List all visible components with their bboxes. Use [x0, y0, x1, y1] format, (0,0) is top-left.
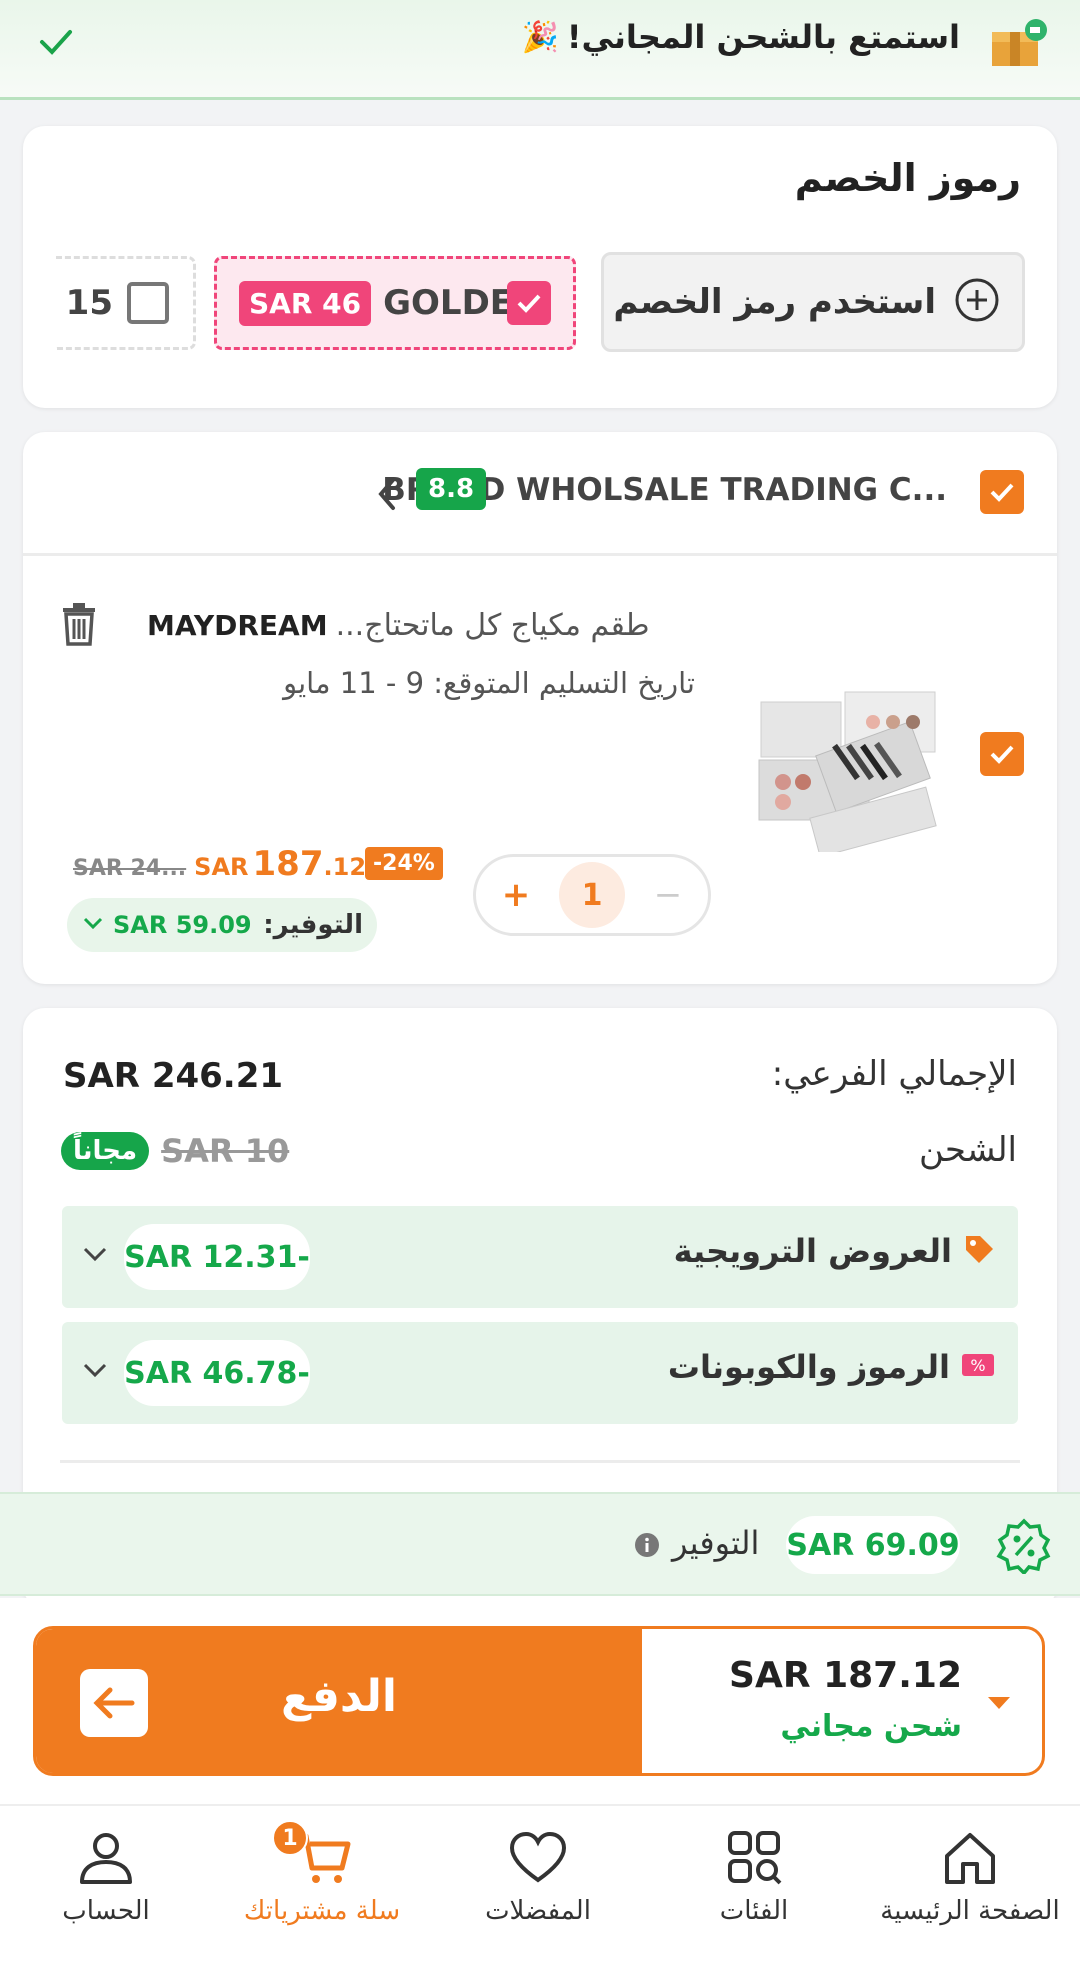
- nav-categories[interactable]: الفئات: [654, 1830, 854, 1926]
- shipping-old-price: SAR 10: [161, 1132, 290, 1170]
- nav-home[interactable]: الصفحة الرئيسية: [870, 1830, 1070, 1926]
- quantity-value[interactable]: 1: [559, 862, 625, 928]
- promotions-value: SAR 12.31-: [124, 1224, 310, 1290]
- product-image[interactable]: [753, 682, 943, 858]
- categories-icon: [725, 1830, 783, 1890]
- tag-icon: [962, 1232, 996, 1270]
- nav-account-label: الحساب: [62, 1896, 150, 1926]
- nav-account[interactable]: الحساب: [6, 1830, 206, 1926]
- total-savings-value: SAR 69.09: [786, 1516, 960, 1574]
- discount-codes-card: رموز الخصم استخدم رمز الخصم SAR 46 GOLDE…: [23, 126, 1057, 408]
- shipping-label: الشحن: [919, 1130, 1017, 1170]
- coupon-other-checkbox[interactable]: [127, 282, 169, 324]
- shipping-free-badge: مجاناً: [61, 1132, 150, 1170]
- price-currency: SAR: [194, 853, 249, 881]
- increase-button[interactable]: +: [496, 875, 536, 915]
- checkout-bar: الدفع SAR 187.12 شحن مجاني: [33, 1626, 1045, 1776]
- total-savings-label: التوفير: [672, 1524, 760, 1562]
- coupon-code: GOLDE: [383, 283, 514, 323]
- product-title[interactable]: طقم مكياج كل ماتحتاج...: [336, 608, 650, 643]
- decrease-button[interactable]: −: [648, 875, 688, 915]
- nav-cart[interactable]: 1 سلة مشترياتك: [222, 1820, 422, 1926]
- nav-cart-label: سلة مشترياتك: [243, 1896, 401, 1926]
- cart-icon: 1: [272, 1820, 352, 1890]
- delivery-date: تاريخ التسليم المتوقع: 9 - 11 مايو: [283, 666, 695, 700]
- free-shipping-banner: استمتع بالشحن المجاني! 🎉: [0, 0, 1080, 100]
- use-code-button[interactable]: استخدم رمز الخصم: [601, 252, 1025, 352]
- banner-text: استمتع بالشحن المجاني!: [566, 18, 960, 56]
- delivery-box-icon: [986, 18, 1048, 74]
- old-price: SAR 24...: [73, 856, 187, 881]
- quantity-stepper: + 1 −: [473, 854, 711, 936]
- seller-header[interactable]: BRAND WHOLSALE TRADING C... 8.8: [23, 432, 1057, 556]
- coupon-selected-checkbox[interactable]: [507, 281, 551, 325]
- coupons-label: الرموز والكوبونات: [667, 1348, 950, 1386]
- seller-checkbox[interactable]: [980, 470, 1024, 514]
- subtotal-value: SAR 246.21: [63, 1056, 284, 1096]
- discount-badge: -24%: [365, 847, 443, 880]
- home-icon: [941, 1830, 999, 1890]
- discount-badge-icon: [996, 1518, 1052, 1578]
- use-code-label: استخدم رمز الخصم: [613, 282, 936, 322]
- product-checkbox[interactable]: [980, 732, 1024, 776]
- discount-codes-title: رموز الخصم: [794, 156, 1021, 200]
- chevron-down-icon: [80, 1358, 110, 1386]
- coupon-percent-icon: %: [960, 1351, 996, 1383]
- coupons-row[interactable]: SAR 46.78- % الرموز والكوبونات: [62, 1322, 1018, 1424]
- checkout-shipping-note: شحن مجاني: [780, 1709, 962, 1744]
- product-savings-value: SAR 59.09: [113, 911, 252, 939]
- coupons-value: SAR 46.78-: [124, 1340, 310, 1406]
- pay-label: الدفع: [281, 1671, 397, 1722]
- trash-icon[interactable]: [61, 602, 97, 650]
- coupon-amount-badge: SAR 46: [239, 280, 372, 326]
- cart-item-card: BRAND WHOLSALE TRADING C... 8.8 MAYDREAM…: [23, 432, 1057, 984]
- check-icon: [36, 22, 76, 66]
- caret-down-icon[interactable]: [986, 1695, 1012, 1715]
- product-savings-label: التوفير:: [263, 910, 363, 940]
- checkout-area: الدفع SAR 187.12 شحن مجاني: [0, 1598, 1080, 1804]
- subtotal-label: الإجمالي الفرعي:: [771, 1054, 1017, 1094]
- cart-badge: 1: [272, 1820, 308, 1856]
- plus-circle-icon: [954, 277, 1000, 327]
- checkout-total: SAR 187.12: [729, 1655, 962, 1696]
- chevron-down-icon: [80, 1242, 110, 1270]
- party-icon: 🎉: [521, 19, 559, 55]
- nav-home-label: الصفحة الرئيسية: [880, 1896, 1060, 1926]
- product-savings-pill[interactable]: SAR 59.09 التوفير:: [67, 898, 377, 952]
- coupon-chip-selected[interactable]: SAR 46 GOLDE: [214, 256, 576, 350]
- savings-bar: SAR 69.09 التوفير: [0, 1492, 1080, 1596]
- nav-favorites-label: المفضلات: [485, 1896, 591, 1926]
- heart-icon: [508, 1830, 568, 1890]
- coupon-chip-other[interactable]: 15: [56, 256, 196, 350]
- nav-categories-label: الفئات: [719, 1896, 789, 1926]
- svg-text:%: %: [970, 1356, 985, 1375]
- chevron-left-icon[interactable]: [373, 474, 401, 518]
- promotions-row[interactable]: SAR 12.31- العروض الترويجية: [62, 1206, 1018, 1308]
- product-brand: MAYDREAM: [147, 609, 328, 642]
- price-decimal: .12: [323, 853, 367, 881]
- info-icon[interactable]: [634, 1532, 660, 1562]
- promotions-label: العروض الترويجية: [673, 1232, 952, 1270]
- seller-rating-badge: 8.8: [416, 468, 487, 510]
- pay-button[interactable]: الدفع: [36, 1629, 642, 1773]
- coupon-other-code: 15: [65, 283, 113, 323]
- price-main: 187: [252, 844, 324, 884]
- person-icon: [76, 1830, 136, 1890]
- chevron-down-icon: [81, 914, 105, 936]
- nav-favorites[interactable]: المفضلات: [438, 1830, 638, 1926]
- summary-divider: [60, 1460, 1020, 1463]
